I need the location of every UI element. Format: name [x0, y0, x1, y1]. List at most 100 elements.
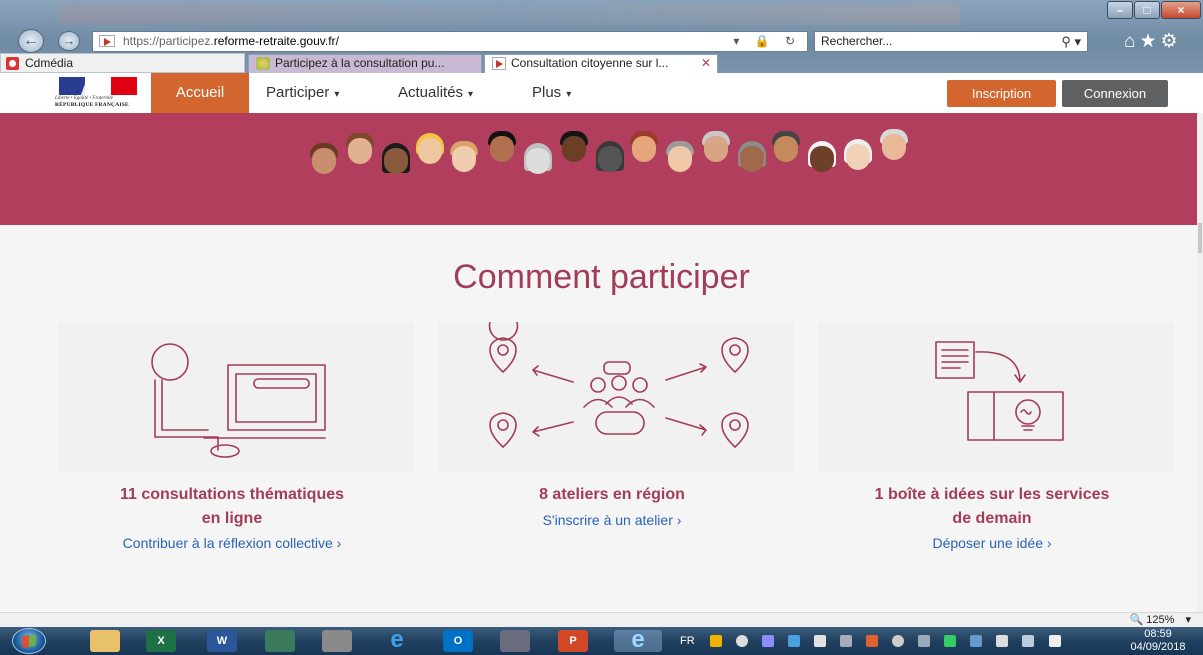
search-box[interactable]: Rechercher... ⚲ ▾	[814, 31, 1088, 52]
powerpoint-icon[interactable]: P	[558, 630, 588, 652]
tab-label: Participez à la consultation pu...	[275, 56, 445, 70]
tray-icon[interactable]	[996, 635, 1009, 648]
url-path: /	[335, 34, 339, 48]
scrollbar-thumb[interactable]	[1198, 223, 1202, 253]
chevron-down-icon: ▾	[566, 89, 572, 100]
ideas-illustration	[818, 322, 1174, 472]
tab-participez[interactable]: Participez à la consultation pu...	[248, 54, 482, 73]
browser-status-bar: 🔍 125% ▾	[0, 612, 1203, 627]
nav-accueil[interactable]: Accueil	[151, 73, 249, 113]
title-line: 8 ateliers en région	[539, 486, 685, 503]
browser-chrome: – □ × ← → https://participez.reforme-ret…	[0, 0, 1203, 73]
tab-favicon-icon	[492, 57, 506, 70]
navigation-bar: ← → https://participez.reforme-retraite.…	[0, 29, 1203, 53]
settings-gear-icon[interactable]: ⚙	[1161, 31, 1182, 52]
hero-banner	[0, 113, 1203, 225]
nav-actualites[interactable]: Actualités ▾	[398, 73, 473, 113]
site-favicon-icon	[99, 35, 115, 47]
browser-toolbar-icons: ⌂★⚙	[1124, 30, 1182, 53]
inscription-button[interactable]: Inscription	[947, 80, 1056, 107]
consultation-illustration	[58, 322, 414, 472]
tray-icon[interactable]	[892, 635, 905, 648]
column-title: 1 boîte à idées sur les services de dema…	[802, 483, 1182, 531]
tray-icon[interactable]	[709, 635, 722, 648]
title-line: de demain	[952, 510, 1032, 527]
chevron-down-icon: ▾	[468, 89, 474, 100]
tray-icon[interactable]	[970, 635, 983, 648]
tray-icon[interactable]	[813, 635, 826, 648]
flag-icon	[59, 77, 137, 95]
forward-arrow-icon[interactable]: →	[58, 31, 80, 51]
republique-francaise-logo[interactable]: Liberté • Égalité • Fraternité RÉPUBLIQU…	[55, 77, 140, 109]
tray-icon[interactable]	[918, 635, 931, 648]
favorites-bar-item[interactable]: Cdmédia	[0, 53, 245, 73]
tray-icon[interactable]	[866, 635, 879, 648]
tray-icon[interactable]	[735, 635, 748, 648]
system-tray: FR	[680, 632, 1080, 650]
titlebar-background	[60, 4, 960, 24]
outlook-icon[interactable]: O	[443, 630, 473, 652]
zoom-control[interactable]: 🔍 125% ▾	[1130, 613, 1191, 627]
address-bar[interactable]: https://participez.reforme-retraite.gouv…	[92, 31, 808, 52]
chevron-down-icon: ▾	[1185, 614, 1191, 626]
cdmedia-icon	[6, 57, 19, 70]
tray-icon[interactable]	[761, 635, 774, 648]
scanner-icon[interactable]	[322, 630, 352, 652]
volume-icon[interactable]	[1048, 635, 1061, 648]
page-scrollbar[interactable]	[1197, 113, 1203, 612]
favorites-star-icon[interactable]: ★	[1139, 31, 1160, 52]
site-header: Liberté • Égalité • Fraternité RÉPUBLIQU…	[0, 73, 1203, 113]
nav-label: Participer	[266, 84, 330, 101]
tab-row: Cdmédia Participez à la consultation pu.…	[0, 53, 1203, 73]
column-title: 11 consultations thématiques en ligne	[42, 483, 422, 531]
person-at-computer-icon	[151, 343, 326, 458]
logo-devise: Liberté • Égalité • Fraternité	[55, 96, 113, 101]
minimize-icon[interactable]: –	[1107, 1, 1133, 19]
presentation-app-icon[interactable]	[265, 630, 295, 652]
tray-icon[interactable]	[944, 635, 957, 648]
logo-name: RÉPUBLIQUE FRANÇAISE	[55, 102, 129, 108]
snipping-tool-icon[interactable]	[500, 630, 530, 652]
deposer-idee-link[interactable]: Déposer une idée ›	[802, 535, 1182, 551]
connexion-button[interactable]: Connexion	[1062, 80, 1168, 107]
close-tab-icon[interactable]: ✕	[701, 55, 711, 72]
tray-icon[interactable]	[840, 635, 853, 648]
back-arrow-icon[interactable]: ←	[18, 29, 44, 53]
windows-taskbar: X W e O P e FR 08:59 04/09/2018	[0, 627, 1203, 655]
file-explorer-icon[interactable]	[90, 630, 120, 652]
system-clock[interactable]: 08:59 04/09/2018	[1118, 628, 1198, 654]
home-icon[interactable]: ⌂	[1124, 31, 1139, 52]
zoom-level: 🔍 125%	[1129, 614, 1175, 626]
search-icon[interactable]: ⚲ ▾	[1061, 32, 1081, 51]
search-placeholder: Rechercher...	[821, 34, 893, 48]
internet-explorer-icon[interactable]: e	[382, 628, 412, 652]
citizen-faces-illustration	[308, 123, 928, 183]
address-tools[interactable]: ▾ 🔒 ↻	[733, 32, 801, 51]
nav-participer[interactable]: Participer ▾	[266, 73, 339, 113]
network-icon[interactable]	[1022, 635, 1035, 648]
nav-label: Plus	[532, 84, 562, 101]
clock-date: 04/09/2018	[1130, 641, 1186, 653]
nav-plus[interactable]: Plus ▾	[532, 73, 571, 113]
tray-icon[interactable]	[787, 635, 800, 648]
start-button[interactable]	[12, 628, 46, 654]
close-window-icon[interactable]: ×	[1161, 1, 1201, 19]
tab-favicon-icon	[256, 57, 270, 70]
inscrire-atelier-link[interactable]: S'inscrire à un atelier ›	[422, 512, 802, 528]
favorites-label: Cdmédia	[25, 56, 74, 70]
contribuer-link[interactable]: Contribuer à la réflexion collective ›	[42, 535, 422, 551]
nav-label: Accueil	[175, 84, 225, 101]
maximize-icon[interactable]: □	[1134, 1, 1160, 19]
word-icon[interactable]: W	[207, 630, 237, 652]
page-title: Comment participer	[453, 258, 750, 296]
language-indicator[interactable]: FR	[680, 635, 695, 647]
tab-label: Consultation citoyenne sur l...	[511, 56, 669, 70]
tab-consultation[interactable]: Consultation citoyenne sur l... ✕	[484, 54, 718, 73]
clock-time: 08:59	[1144, 628, 1172, 640]
main-content: Comment participer 11 consultations thém…	[0, 225, 1203, 612]
window-controls: – □ ×	[1106, 1, 1201, 19]
internet-explorer-active-icon[interactable]: e	[614, 628, 662, 652]
excel-icon[interactable]: X	[146, 630, 176, 652]
url-scheme: https://	[123, 34, 160, 48]
title-line: en ligne	[201, 510, 263, 527]
